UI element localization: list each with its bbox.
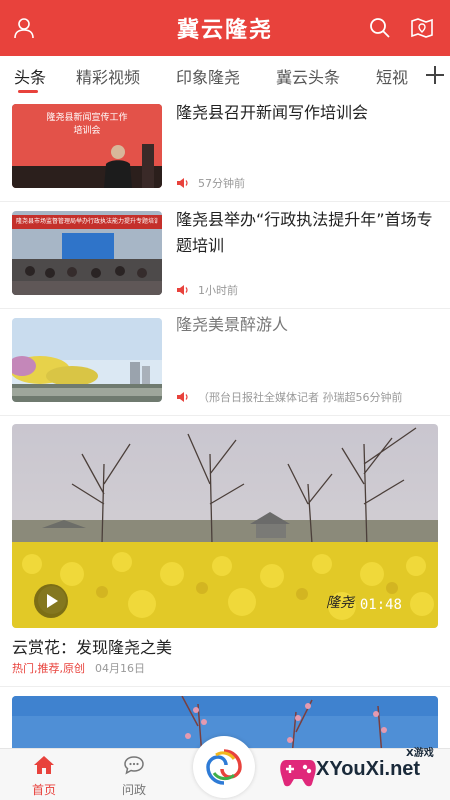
home-icon xyxy=(34,756,54,774)
nav-home[interactable]: 首页 xyxy=(14,755,74,798)
nav-ask-label: 问政 xyxy=(121,783,146,797)
thumb-banner-text: 隆尧县市场监督管理局举办行政执法能力提升专题培训班 xyxy=(16,218,158,225)
tab-jiyun-headlines[interactable]: 冀云头条 xyxy=(276,64,340,88)
video-watermark: 隆尧 xyxy=(326,595,354,611)
video-meta: 热门,推荐,原创 04月16日 xyxy=(12,660,145,676)
gamepad-icon xyxy=(280,760,316,787)
news-title: 隆尧县举办“行政执法提升年”首场专题培训 xyxy=(176,210,433,255)
speaker-icon xyxy=(177,392,188,402)
plus-icon xyxy=(426,66,444,84)
video-tags: 热门,推荐,原创 xyxy=(12,662,85,675)
thumb-caption-line1: 隆尧县新闻宣传工作 xyxy=(46,113,128,123)
watermark-small-text: X游戏 xyxy=(406,748,434,759)
active-tab-indicator xyxy=(18,90,38,93)
map-book-icon xyxy=(411,18,433,38)
thumb-caption-line2: 培训会 xyxy=(73,126,101,136)
search-button[interactable] xyxy=(364,12,396,44)
tab-videos[interactable]: 精彩视频 xyxy=(76,64,140,88)
map-book-button[interactable] xyxy=(406,12,438,44)
news-item[interactable]: 隆尧美景醉游人 （邢台日报社全媒体记者 孙瑞超56分钟前 xyxy=(0,310,450,416)
news-item[interactable]: 隆尧县市场监督管理局举办行政执法能力提升专题培训班 隆尧县举办“行政执法提升年”… xyxy=(0,203,450,309)
video-card[interactable]: 隆尧 01:48 xyxy=(12,424,438,628)
speaker-icon xyxy=(177,285,188,295)
news-item[interactable]: 隆尧县新闻宣传工作 培训会 隆尧县召开新闻写作培训会 57分钟前 xyxy=(0,96,450,202)
play-button[interactable] xyxy=(34,584,68,618)
search-icon xyxy=(370,18,390,38)
video-title[interactable]: 云赏花：发现隆尧之美 xyxy=(12,634,172,658)
video-duration: 01:48 xyxy=(359,597,402,613)
news-meta: 57分钟前 xyxy=(176,175,245,191)
news-source-time: （邢台日报社全媒体记者 孙瑞超56分钟前 xyxy=(198,391,403,404)
watermark-brand-text: XYouXi.net xyxy=(316,758,421,780)
news-title: 隆尧美景醉游人 xyxy=(176,315,289,334)
news-meta: （邢台日报社全媒体记者 孙瑞超56分钟前 xyxy=(176,389,403,405)
category-tabs: 头条 精彩视频 印象隆尧 冀云头条 短视 xyxy=(0,56,450,94)
center-app-button[interactable] xyxy=(193,736,255,798)
add-channel-button[interactable] xyxy=(420,56,450,94)
nav-home-label: 首页 xyxy=(31,783,56,797)
news-thumbnail xyxy=(12,318,162,402)
section-divider xyxy=(0,686,450,687)
tab-impression[interactable]: 印象隆尧 xyxy=(176,64,240,88)
news-time: 1小时前 xyxy=(198,284,238,297)
news-time: 57分钟前 xyxy=(198,177,245,190)
nav-ask-politics[interactable]: 问政 xyxy=(104,755,164,798)
tab-headlines[interactable]: 头条 xyxy=(14,64,46,88)
app-logo-icon xyxy=(206,749,242,785)
news-meta: 1小时前 xyxy=(176,282,238,298)
news-thumbnail: 隆尧县新闻宣传工作 培训会 xyxy=(12,104,162,188)
tab-short-video[interactable]: 短视 xyxy=(376,64,408,88)
chat-icon xyxy=(124,756,144,775)
app-header: 冀云隆尧 xyxy=(0,0,450,56)
news-thumbnail: 隆尧县市场监督管理局举办行政执法能力提升专题培训班 xyxy=(12,211,162,295)
site-watermark-logo: X游戏 XYouXi.net xyxy=(276,744,446,798)
video-date: 04月16日 xyxy=(95,662,145,675)
speaker-icon xyxy=(177,178,188,188)
news-title: 隆尧县召开新闻写作培训会 xyxy=(176,103,369,122)
